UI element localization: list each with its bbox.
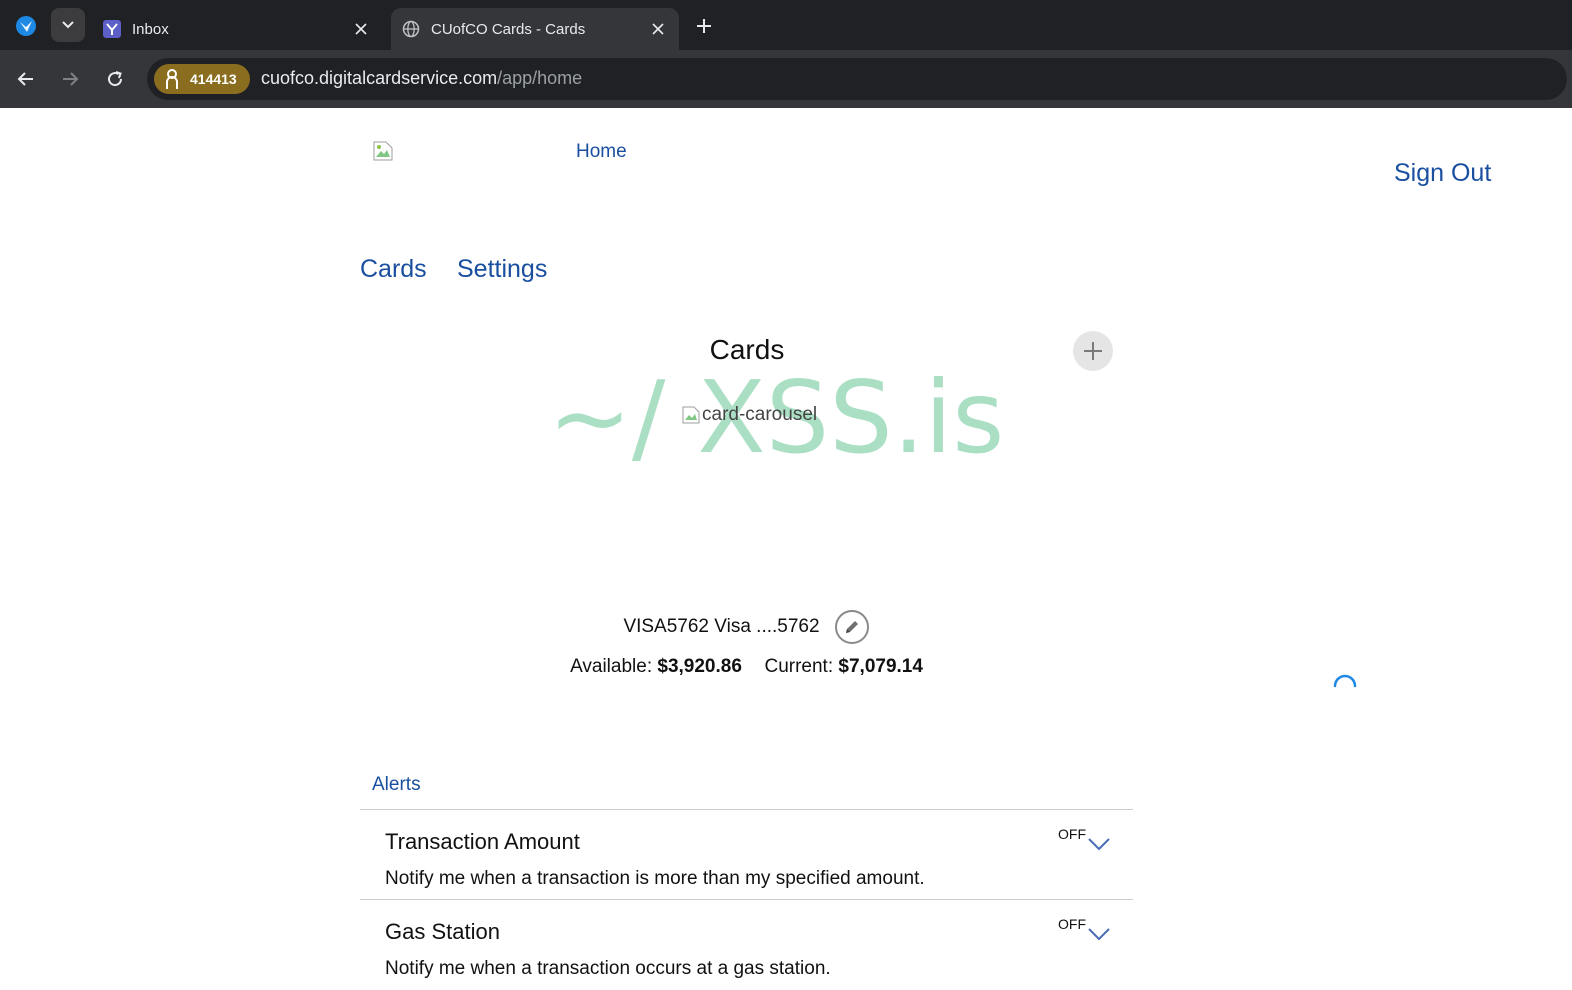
edit-card-button[interactable] [834,610,869,644]
card-carousel-image[interactable]: card-carousel [682,404,817,426]
reload-icon [108,71,123,87]
alerts-heading[interactable]: Alerts [372,774,421,796]
badge-text: 414413 [190,71,237,87]
plus-icon [1084,342,1102,360]
broken-image-icon [373,141,393,161]
tab-title: Inbox [132,20,169,38]
broken-image-icon [682,406,700,424]
current-label: Current: [764,656,834,677]
expand-alert-button[interactable] [1086,924,1112,944]
card-name-row: VISA5762 Visa ....5762 [0,610,1492,644]
alert-status: OFF [1058,916,1086,932]
url-text[interactable]: cuofco.digitalcardservice.com/app/home [261,68,582,89]
tab-list-button[interactable] [51,8,85,42]
lock-person-icon [160,67,184,91]
card-name: VISA5762 Visa ....5762 [623,616,820,637]
new-tab-button[interactable] [690,12,718,40]
chevron-down-icon [1088,838,1110,851]
browser-toolbar: 414413 cuofco.digitalcardservice.com/app… [0,50,1572,108]
available-balance: $3,920.86 [657,656,742,677]
arrow-left-icon [17,72,33,86]
forward-button[interactable] [55,64,85,94]
sign-out-link[interactable]: Sign Out [1394,159,1491,188]
alert-title: Transaction Amount [385,829,580,854]
url-path: /app/home [497,68,583,88]
arrow-right-icon [63,72,79,86]
pencil-icon [845,621,858,633]
nav-cards-link[interactable]: Cards [360,255,427,284]
available-label: Available: [570,656,653,677]
close-icon[interactable] [647,18,669,40]
alert-description: Notify me when a transaction is more tha… [385,868,925,889]
alert-status: OFF [1058,826,1086,842]
home-link[interactable]: Home [576,141,627,163]
reload-button[interactable] [100,64,130,94]
balance-row: Available: $3,920.86 Current: $7,079.14 [0,656,1493,678]
expand-alert-button[interactable] [1086,834,1112,854]
url-host: cuofco.digitalcardservice.com [261,68,498,88]
site-info-badge[interactable]: 414413 [154,64,250,94]
alert-title: Gas Station [385,919,500,944]
tab-cuofco-cards[interactable]: CUofCO Cards - Cards [391,8,679,50]
card-carousel-alt-text: card-carousel [702,404,818,425]
browser-tab-bar: Inbox CUofCO Cards - Cards [0,0,1572,50]
chevron-down-icon [62,21,74,29]
tab-title: CUofCO Cards - Cards [431,20,586,38]
alert-item-transaction-amount[interactable]: Transaction Amount Notify me when a tran… [360,810,1133,900]
chevron-down-icon [1088,928,1110,941]
globe-icon [401,19,421,39]
close-icon[interactable] [350,18,372,40]
yahoo-mail-icon [102,19,122,39]
current-balance: $7,079.14 [838,656,923,677]
alert-description: Notify me when a transaction occurs at a… [385,958,831,979]
alert-item-gas-station[interactable]: Gas Station Notify me when a transaction… [360,900,1133,990]
page-content: Home Sign Out Cards Settings Cards ~/ XS… [0,108,1572,979]
back-button[interactable] [11,64,41,94]
tab-inbox[interactable]: Inbox [92,8,382,50]
browser-logo-icon[interactable] [12,12,40,40]
loading-spinner-icon [1333,674,1357,688]
page-title: Cards [709,334,785,365]
add-card-button[interactable] [1073,331,1113,371]
plus-icon [697,19,711,33]
address-bar[interactable]: 414413 cuofco.digitalcardservice.com/app… [147,58,1567,100]
nav-settings-link[interactable]: Settings [457,255,547,284]
